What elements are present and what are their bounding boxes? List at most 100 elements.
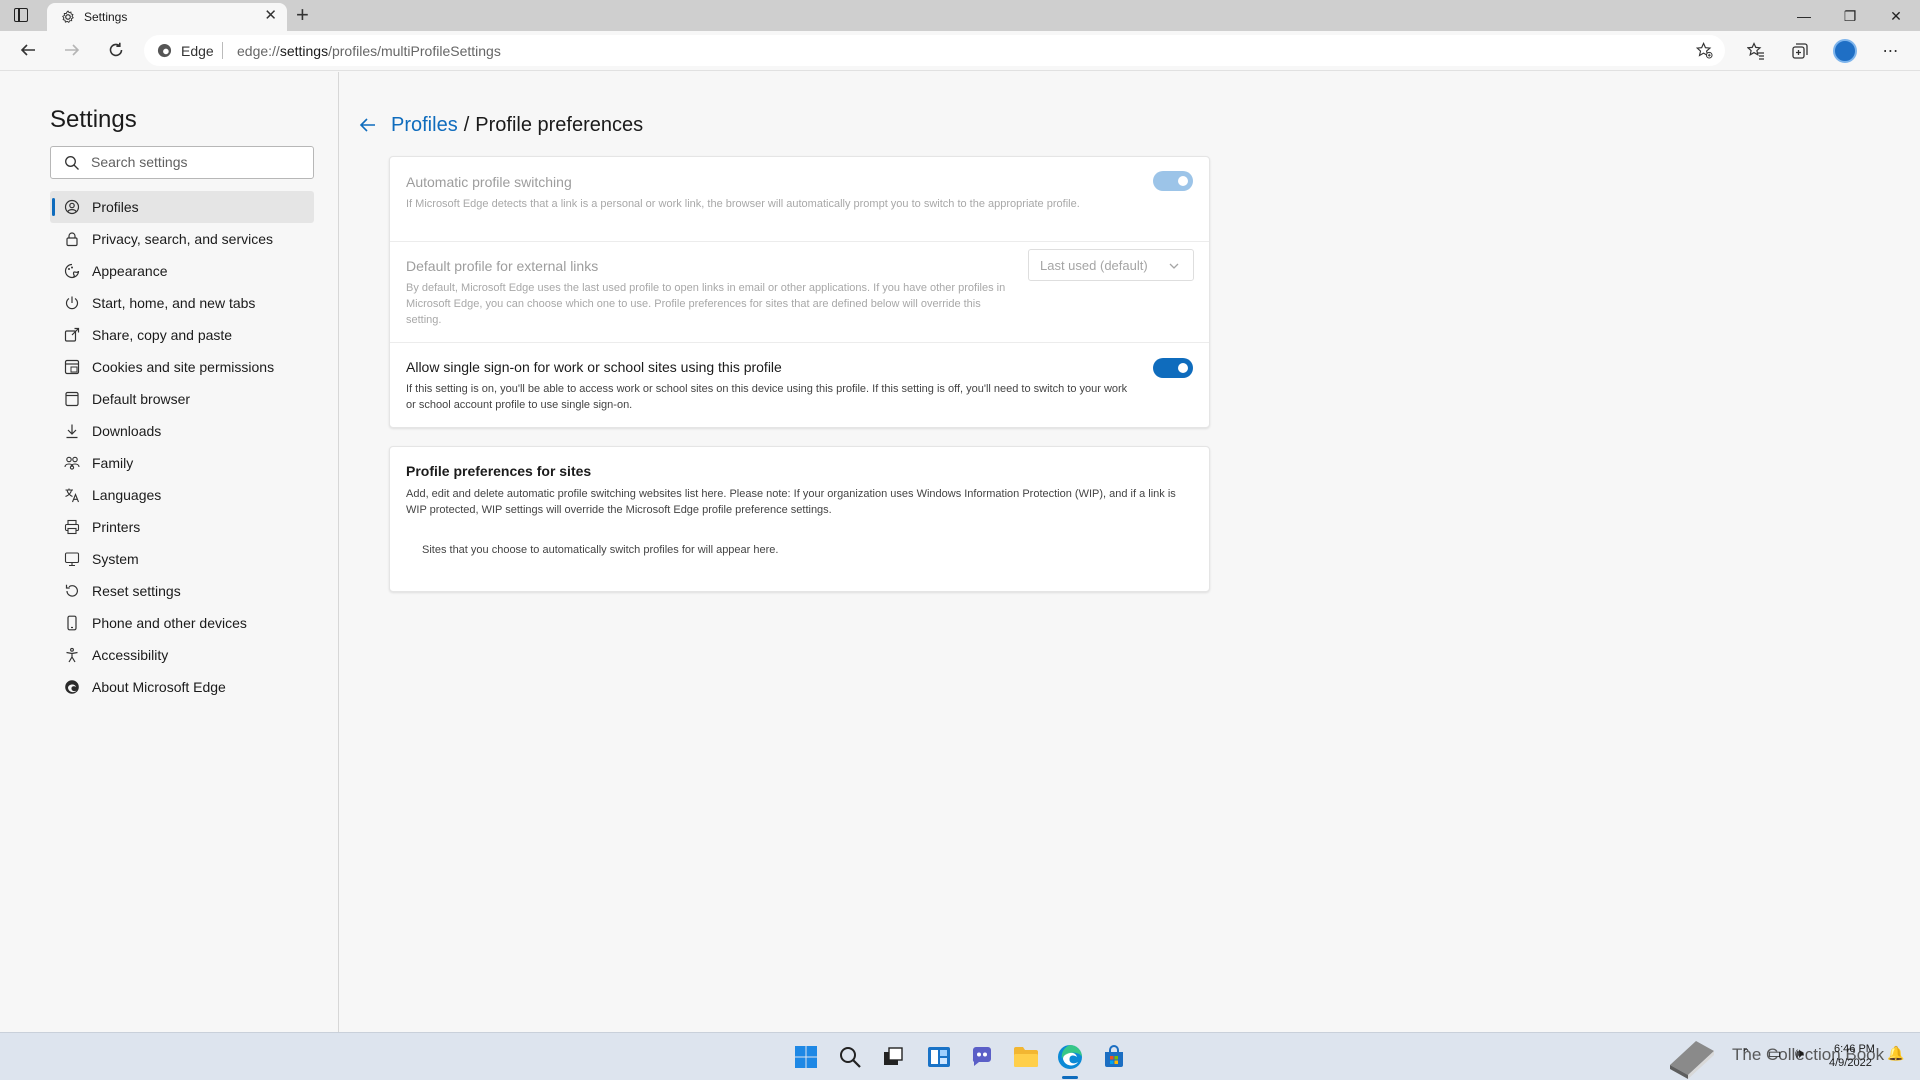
close-window-icon[interactable]: ✕	[1873, 4, 1919, 28]
sidebar-item-cookies[interactable]: Cookies and site permissions	[50, 351, 314, 383]
auto-switch-row: Automatic profile switching If Microsoft…	[390, 157, 1209, 241]
search-settings-input[interactable]	[91, 154, 301, 170]
windows-logo-icon	[795, 1046, 817, 1068]
sidebar-item-reset[interactable]: Reset settings	[50, 575, 314, 607]
system-icon	[64, 551, 80, 567]
url-text[interactable]: edge://settings/profiles/multiProfileSet…	[237, 43, 501, 59]
forward-button[interactable]	[58, 36, 86, 64]
add-favorite-icon[interactable]	[1696, 42, 1713, 59]
sidebar-item-label: Downloads	[92, 423, 162, 439]
tray-chevron-icon[interactable]: ⌃	[1741, 1046, 1751, 1060]
phone-icon	[64, 615, 80, 631]
sidebar-item-privacy[interactable]: Privacy, search, and services	[50, 223, 314, 255]
sidebar-item-appearance[interactable]: Appearance	[50, 255, 314, 287]
sidebar-item-default-browser[interactable]: Default browser	[50, 383, 314, 415]
task-view-button[interactable]	[879, 1043, 907, 1071]
favorites-icon[interactable]	[1745, 40, 1767, 62]
sidebar-item-languages[interactable]: Languages	[50, 479, 314, 511]
lock-icon	[64, 231, 80, 247]
default-profile-title: Default profile for external links	[406, 258, 599, 274]
collections-icon[interactable]	[1789, 40, 1811, 62]
page-title: Profile preferences	[475, 113, 644, 136]
auto-switch-toggle[interactable]	[1153, 171, 1193, 191]
restore-icon[interactable]: ❐	[1827, 4, 1873, 28]
tab-title: Settings	[84, 10, 128, 24]
profile-avatar-button[interactable]	[1833, 39, 1857, 63]
taskbar-search-button[interactable]	[836, 1043, 864, 1071]
back-button[interactable]	[14, 36, 42, 64]
widgets-button[interactable]	[925, 1043, 953, 1071]
volume-icon[interactable]: 🕪	[1795, 1045, 1804, 1062]
languages-icon	[64, 487, 80, 503]
edge-taskbar-button[interactable]	[1056, 1043, 1084, 1071]
address-bar[interactable]: Edge edge://settings/profiles/multiProfi…	[144, 35, 1725, 66]
default-profile-select[interactable]: Last used (default)	[1028, 249, 1194, 281]
new-tab-icon[interactable]: +	[296, 4, 309, 26]
breadcrumb: Profiles / Profile preferences	[357, 112, 643, 138]
chat-button[interactable]	[968, 1043, 996, 1071]
sidebar-item-profiles[interactable]: Profiles	[50, 191, 314, 223]
browser-icon	[64, 391, 80, 407]
sidebar-item-label: Reset settings	[92, 583, 181, 599]
active-app-indicator	[1062, 1076, 1078, 1079]
sidebar-item-label: Languages	[92, 487, 162, 503]
settings-nav: Profiles Privacy, search, and services A…	[50, 191, 314, 703]
edge-icon	[64, 679, 80, 695]
tab-settings[interactable]: Settings ✕	[47, 3, 287, 31]
sidebar-item-label: Profiles	[92, 199, 139, 215]
close-tab-icon[interactable]: ✕	[264, 7, 277, 25]
refresh-icon	[109, 42, 123, 57]
gear-icon	[62, 10, 74, 24]
breadcrumb-profiles-link[interactable]: Profiles	[391, 114, 458, 137]
default-profile-select-value: Last used (default)	[1040, 258, 1148, 273]
store-icon	[1105, 1045, 1123, 1067]
sidebar-item-downloads[interactable]: Downloads	[50, 415, 314, 447]
appearance-icon	[64, 263, 80, 279]
star-list-icon	[1747, 42, 1764, 60]
url-path: /profiles/multiProfileSettings	[328, 43, 501, 59]
default-profile-desc: By default, Microsoft Edge uses the last…	[406, 282, 1006, 326]
sidebar-item-label: Privacy, search, and services	[92, 231, 274, 247]
chevron-down-icon	[1169, 263, 1179, 269]
reset-icon	[64, 583, 80, 599]
tab-actions-icon[interactable]	[14, 8, 28, 22]
store-button[interactable]	[1100, 1043, 1128, 1071]
network-icon[interactable]: ▭	[1768, 1045, 1781, 1062]
download-icon	[64, 423, 80, 439]
refresh-button[interactable]	[102, 36, 130, 64]
sidebar-item-printers[interactable]: Printers	[50, 511, 314, 543]
minimize-icon[interactable]: —	[1781, 4, 1827, 28]
notification-icon[interactable]: 🔔	[1887, 1045, 1904, 1062]
sidebar-item-accessibility[interactable]: Accessibility	[50, 639, 314, 671]
auto-switch-desc: If Microsoft Edge detects that a link is…	[406, 198, 1080, 210]
sidebar-item-about[interactable]: About Microsoft Edge	[50, 671, 314, 703]
clock-date[interactable]: 4/9/2022	[1829, 1057, 1872, 1069]
edge-icon	[157, 43, 172, 58]
clock-time[interactable]: 6:46 PM	[1834, 1043, 1875, 1055]
site-prefs-empty-text: Sites that you choose to automatically s…	[422, 544, 779, 556]
title-bar: Settings ✕ + — ❐ ✕	[0, 0, 1920, 31]
search-settings-box[interactable]	[50, 146, 314, 179]
sidebar-item-label: About Microsoft Edge	[92, 679, 226, 695]
sidebar-item-label: Cookies and site permissions	[92, 359, 275, 375]
profile-icon	[64, 199, 80, 215]
file-explorer-button[interactable]	[1012, 1043, 1040, 1071]
profile-preferences-card: Automatic profile switching If Microsoft…	[389, 156, 1210, 428]
book-watermark-icon	[1670, 1041, 1714, 1079]
sidebar-item-share[interactable]: Share, copy and paste	[50, 319, 314, 351]
back-arrow-icon[interactable]	[357, 114, 379, 136]
sidebar-item-system[interactable]: System	[50, 543, 314, 575]
sidebar-item-label: Accessibility	[92, 647, 169, 663]
ellipsis-icon: ⋯	[1882, 43, 1900, 60]
sidebar-item-label: Start, home, and new tabs	[92, 295, 256, 311]
sso-toggle[interactable]	[1153, 358, 1193, 378]
share-icon	[64, 327, 80, 343]
sidebar-item-family[interactable]: Family	[50, 447, 314, 479]
chat-icon	[972, 1047, 991, 1066]
sidebar-item-phone[interactable]: Phone and other devices	[50, 607, 314, 639]
start-button[interactable]	[792, 1043, 820, 1071]
sidebar-item-start-home[interactable]: Start, home, and new tabs	[50, 287, 314, 319]
sso-row: Allow single sign-on for work or school …	[390, 342, 1209, 429]
site-preferences-card: Profile preferences for sites Add, edit …	[389, 446, 1210, 592]
more-options-icon[interactable]: ⋯	[1880, 40, 1902, 62]
